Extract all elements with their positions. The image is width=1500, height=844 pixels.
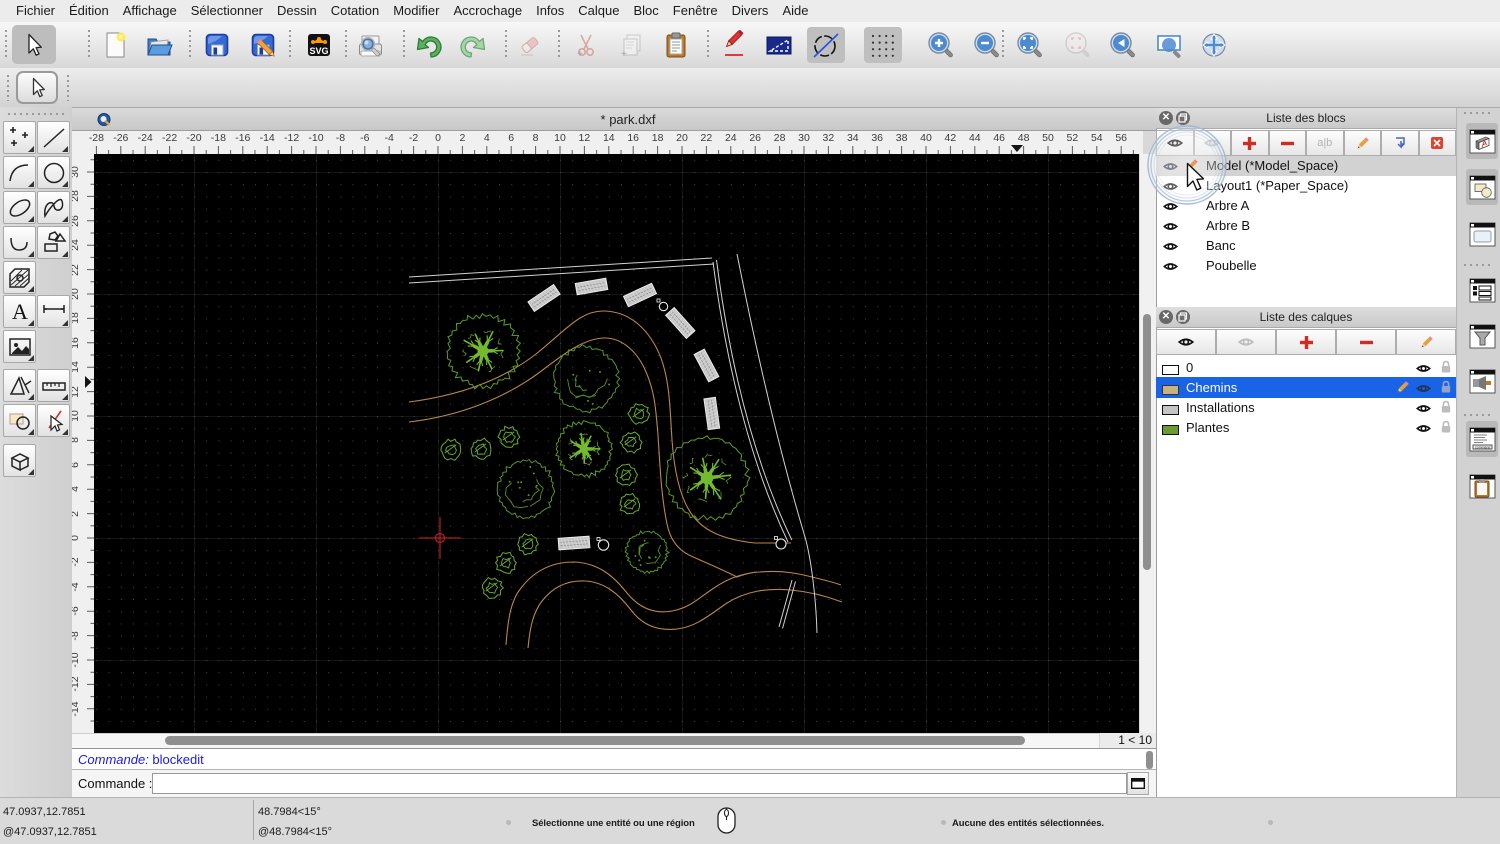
svg-text:SVG: SVG [309, 46, 328, 56]
svg-text:command: command [1475, 445, 1490, 449]
svg-text:A: A [12, 299, 28, 324]
svg-text:+: + [621, 49, 627, 60]
svg-text:+: + [577, 49, 583, 60]
